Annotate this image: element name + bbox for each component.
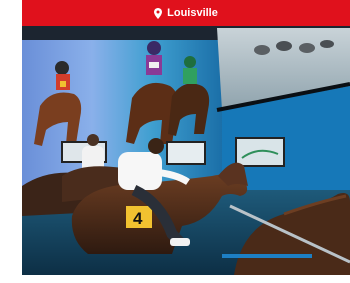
page-gutter [0,0,22,283]
saddle-number-graphic: 4 [133,209,143,228]
location-label: Louisville [167,7,218,19]
map-pin-icon [154,7,163,19]
venue-photo[interactable]: 4 [22,26,350,275]
location-banner: Louisville [22,0,350,26]
monitor-right [235,137,285,167]
monitor-center [166,141,206,165]
venue-card[interactable]: Louisville 4 [22,0,350,275]
